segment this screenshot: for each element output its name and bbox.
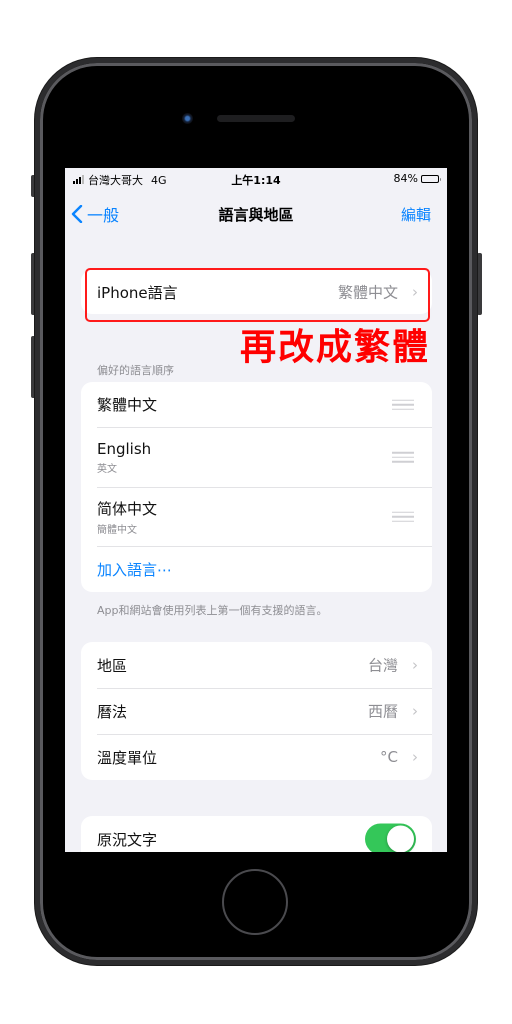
reorder-handle-icon[interactable] — [392, 449, 414, 466]
battery-percent: 84% — [393, 172, 418, 185]
add-language-button[interactable]: 加入語言⋯ — [97, 559, 432, 580]
region-value: 台灣 — [367, 656, 398, 675]
preferred-languages-header: 偏好的語言順序 — [97, 364, 174, 377]
live-text-group: 原況文字 — [81, 816, 432, 852]
temperature-unit-value: °C — [380, 748, 398, 766]
live-text-toggle[interactable] — [365, 823, 416, 852]
page-title: 語言與地區 — [218, 206, 294, 224]
language-label: 简体中文 — [97, 499, 158, 518]
live-text-row: 原況文字 — [81, 816, 432, 852]
power-button — [477, 253, 482, 315]
annotation-text: 再改成繁體 — [239, 327, 430, 368]
highlight-box — [85, 268, 430, 322]
front-camera-icon — [182, 113, 193, 124]
language-sublabel: 英文 — [97, 463, 117, 475]
add-language-row[interactable]: 加入語言⋯ — [81, 546, 432, 592]
language-label: English — [97, 439, 152, 458]
reorder-handle-icon[interactable] — [392, 396, 414, 413]
preferred-languages-footer: App和網站會使用列表上第一個有支援的語言。 — [97, 604, 328, 617]
temperature-unit-row[interactable]: 溫度單位 °C › — [81, 734, 432, 780]
language-sublabel: 簡體中文 — [97, 524, 137, 536]
reorder-handle-icon[interactable] — [392, 508, 414, 525]
calendar-value: 西曆 — [367, 702, 398, 721]
battery-icon — [421, 174, 441, 183]
status-bar: 台灣大哥大 4G 上午1:14 84% — [65, 168, 447, 190]
chevron-right-icon: › — [412, 656, 418, 674]
edit-button[interactable]: 編輯 — [401, 204, 431, 225]
chevron-right-icon: › — [412, 748, 418, 766]
calendar-row[interactable]: 曆法 西曆 › — [81, 688, 432, 734]
language-row-traditional-chinese[interactable]: 繁體中文 — [81, 382, 432, 427]
preferred-languages-group: 繁體中文 English 英文 简体中文 簡體中文 加入語言⋯ — [81, 382, 432, 592]
toggle-knob — [387, 825, 414, 852]
language-row-simplified-chinese[interactable]: 简体中文 簡體中文 — [81, 487, 432, 546]
language-row-english[interactable]: English 英文 — [81, 427, 432, 487]
chevron-right-icon: › — [412, 702, 418, 720]
language-label: 繁體中文 — [97, 396, 158, 414]
navigation-bar: 一般 語言與地區 編輯 — [65, 194, 447, 230]
region-row[interactable]: 地區 台灣 › — [81, 642, 432, 688]
region-settings-group: 地區 台灣 › 曆法 西曆 › 溫度單位 °C › — [81, 642, 432, 780]
home-button[interactable] — [222, 869, 288, 935]
earpiece-speaker — [217, 115, 295, 122]
status-time: 上午1:14 — [231, 174, 281, 187]
